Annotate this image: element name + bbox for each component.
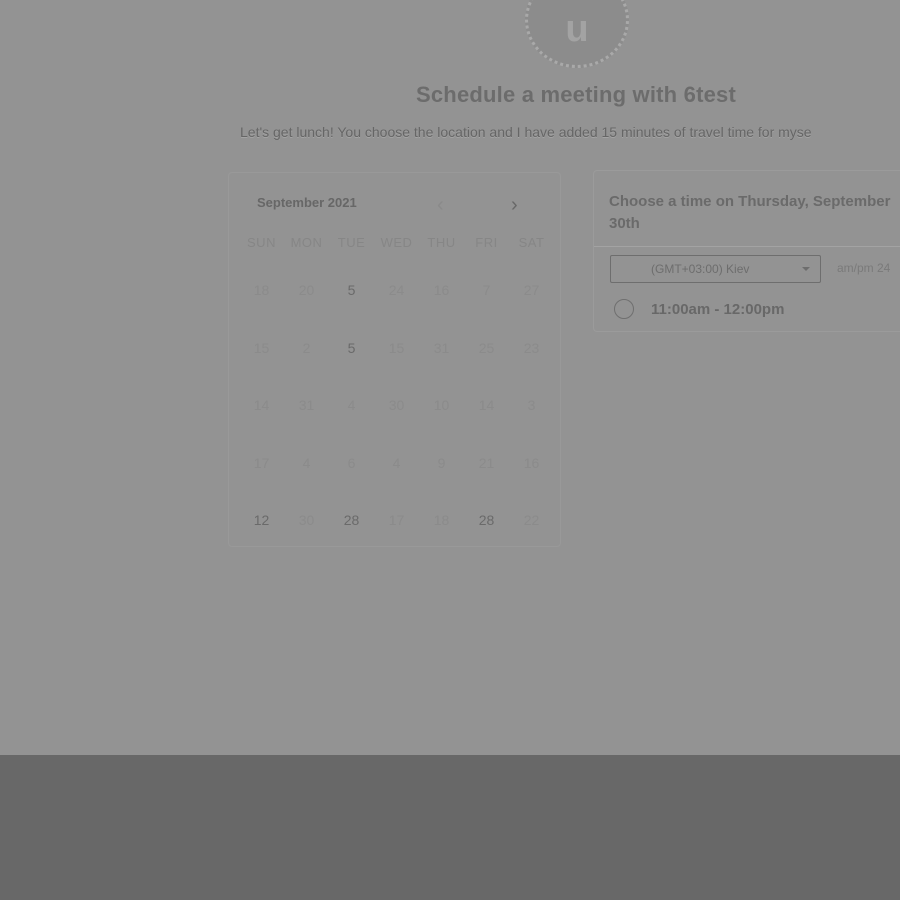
calendar-day[interactable]: 22 [509,499,554,528]
calendar-day[interactable]: 18 [419,499,464,528]
weekday-tue: TUE [337,235,366,250]
calendar-week-row: 12 30 28 17 18 28 22 [239,499,554,557]
chevron-right-icon[interactable]: › [511,195,518,215]
calendar-day[interactable]: 10 [419,384,464,413]
calendar-day[interactable]: 3 [509,384,554,413]
time-slot-label: 11:00am - 12:00pm [651,300,785,318]
calendar-week-row: 18 20 5 24 16 7 27 [239,269,554,327]
calendar-day[interactable]: 7 [464,269,509,298]
weekday-mon: MON [290,235,323,250]
calendar-day[interactable]: 4 [329,384,374,413]
calendar-day[interactable]: 5 [329,327,374,356]
calendar-day[interactable]: 16 [509,442,554,471]
calendar-day[interactable]: 31 [284,384,329,413]
weekday-thu: THU [427,235,456,250]
weekday-sat: SAT [518,235,545,250]
calendar-week-row: 17 4 6 4 9 21 16 [239,442,554,500]
bottom-overlay-band [0,755,900,900]
calendar-day[interactable]: 4 [284,442,329,471]
calendar-day[interactable]: 14 [239,384,284,413]
calendar-day[interactable]: 14 [464,384,509,413]
calendar-week-row: 14 31 4 30 10 14 3 [239,384,554,442]
calendar-day[interactable]: 15 [239,327,284,356]
calendar-day[interactable]: 23 [509,327,554,356]
calendar-day[interactable]: 12 [239,499,284,528]
calendar-day[interactable]: 30 [284,499,329,528]
caret-down-icon [802,267,810,271]
avatar: u [525,0,629,68]
weekday-fri: FRI [475,235,498,250]
calendar-day[interactable]: 30 [374,384,419,413]
calendar-day[interactable]: 31 [419,327,464,356]
calendar-day[interactable]: 9 [419,442,464,471]
calendar-month-label: September 2021 [257,195,357,210]
page-description: Let's get lunch! You choose the location… [240,124,812,140]
calendar-day[interactable]: 5 [329,269,374,298]
scheduling-page: u Schedule a meeting with 6test Let's ge… [0,0,900,755]
calendar-day[interactable]: 25 [464,327,509,356]
time-slot-panel: Choose a time on Thursday, September 30t… [593,170,900,332]
time-format-toggle[interactable]: am/pm 24 [837,261,890,275]
calendar-day[interactable]: 20 [284,269,329,298]
calendar-day[interactable]: 17 [239,442,284,471]
date-picker-calendar: September 2021 ‹ › SUN MON TUE WED THU F… [228,172,561,547]
timezone-select[interactable]: (GMT+03:00) Kiev [610,255,821,283]
weekday-wed: WED [380,235,413,250]
time-slot-option[interactable]: 11:00am - 12:00pm [614,299,784,319]
page-title: Schedule a meeting with 6test [416,82,736,107]
calendar-weekday-header: SUN MON TUE WED THU FRI SAT [239,235,554,250]
calendar-day[interactable]: 4 [374,442,419,471]
calendar-day[interactable]: 18 [239,269,284,298]
calendar-day[interactable]: 21 [464,442,509,471]
calendar-day[interactable]: 27 [509,269,554,298]
avatar-initial: u [565,7,589,50]
calendar-day[interactable]: 16 [419,269,464,298]
calendar-day-grid: 18 20 5 24 16 7 27 15 2 5 15 31 25 23 14… [239,269,554,557]
calendar-day[interactable]: 24 [374,269,419,298]
calendar-week-row: 15 2 5 15 31 25 23 [239,327,554,385]
time-panel-heading: Choose a time on Thursday, September 30t… [594,171,900,247]
radio-icon[interactable] [614,299,634,319]
weekday-sun: SUN [247,235,276,250]
calendar-day[interactable]: 6 [329,442,374,471]
calendar-day[interactable]: 28 [329,499,374,528]
calendar-day[interactable]: 28 [464,499,509,528]
calendar-day[interactable]: 2 [284,327,329,356]
chevron-left-icon[interactable]: ‹ [437,195,444,215]
calendar-day[interactable]: 17 [374,499,419,528]
calendar-day[interactable]: 15 [374,327,419,356]
timezone-value: (GMT+03:00) Kiev [651,262,750,276]
